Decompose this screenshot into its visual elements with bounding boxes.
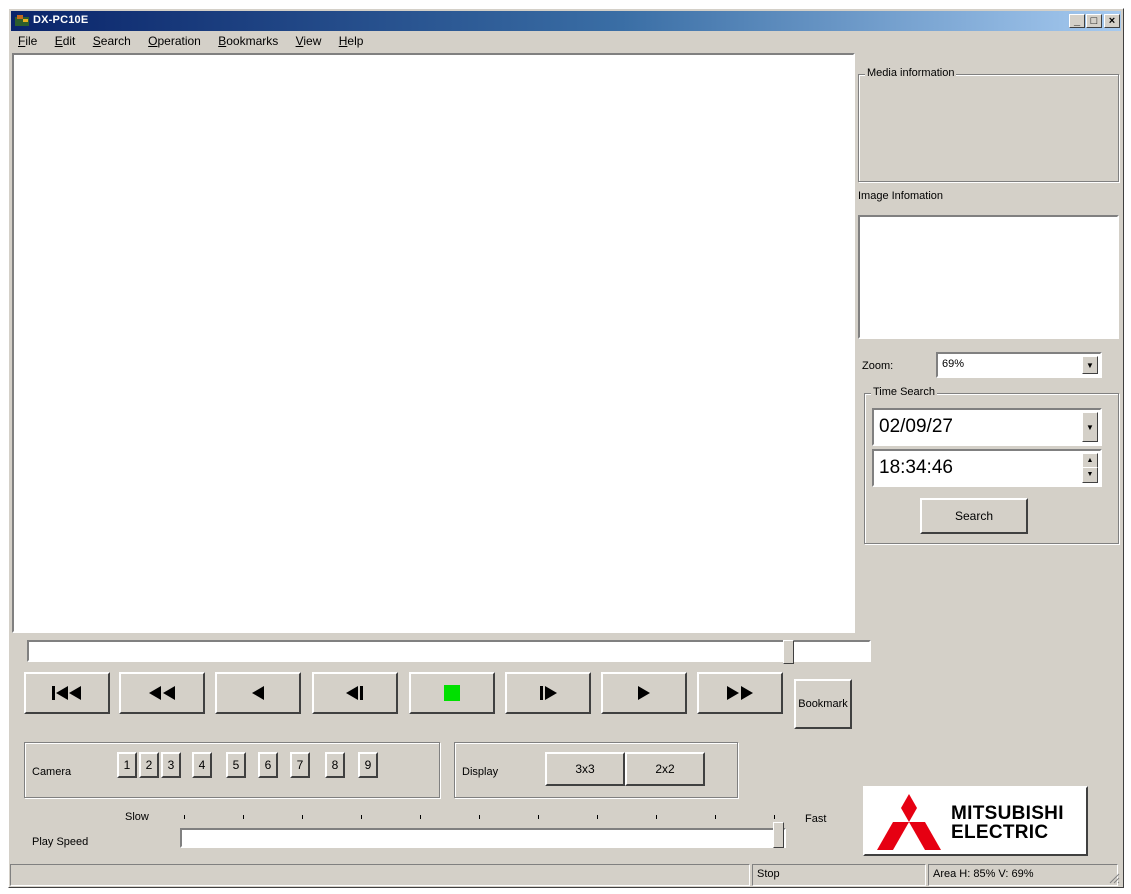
play-icon <box>638 686 650 700</box>
media-info-group: Media information <box>858 67 1119 182</box>
skip-to-start-icon <box>52 686 81 700</box>
speed-tick <box>361 815 362 819</box>
logo-line-2: ELECTRIC <box>951 822 1049 843</box>
reverse-play-icon <box>252 686 264 700</box>
speed-tick <box>656 815 657 819</box>
speed-tick <box>597 815 598 819</box>
menu-edit[interactable]: Edit <box>48 33 83 49</box>
fast-forward-icon <box>727 686 753 700</box>
image-info-label: Image Infomation <box>858 190 943 202</box>
date-dropdown-button[interactable]: ▼ <box>1082 412 1098 442</box>
zoom-label: Zoom: <box>862 360 894 372</box>
play-speed-thumb[interactable] <box>773 822 784 848</box>
up-arrow-icon: ▲ <box>1086 457 1094 464</box>
camera-8-button[interactable]: 8 <box>325 752 345 778</box>
menu-bar: File Edit Search Operation Bookmarks Vie… <box>11 33 1121 51</box>
close-icon: × <box>1108 15 1116 27</box>
menu-bookmarks[interactable]: Bookmarks <box>211 33 285 49</box>
speed-fast-label: Fast <box>805 813 827 825</box>
speed-tick <box>243 815 244 819</box>
menu-file[interactable]: File <box>11 33 44 49</box>
play-speed-slider[interactable] <box>180 822 786 848</box>
zoom-dropdown-button[interactable]: ▼ <box>1082 356 1098 374</box>
chevron-down-icon: ▼ <box>1086 422 1094 432</box>
time-spinner[interactable]: 18:34:46 ▲ ▼ <box>872 449 1102 487</box>
display-label: Display <box>462 766 499 778</box>
search-button[interactable]: Search <box>920 498 1028 534</box>
date-value: 02/09/27 <box>879 416 953 437</box>
display-2x2-button[interactable]: 2x2 <box>625 752 705 786</box>
menu-operation[interactable]: Operation <box>141 33 208 49</box>
status-area: Area H: 85% V: 69% <box>928 864 1118 886</box>
menu-help[interactable]: Help <box>332 33 371 49</box>
resize-grip-icon[interactable] <box>1108 872 1120 884</box>
zoom-value: 69% <box>942 358 965 370</box>
play-button[interactable] <box>601 672 687 714</box>
maximize-icon: □ <box>1090 15 1098 27</box>
speed-tick <box>479 815 480 819</box>
speed-tick <box>302 815 303 819</box>
position-slider[interactable] <box>27 640 871 664</box>
play-speed-label: Play Speed <box>32 836 89 848</box>
stop-icon <box>444 685 460 701</box>
skip-to-start-button[interactable] <box>24 672 110 714</box>
maximize-button[interactable]: □ <box>1086 14 1102 28</box>
camera-2-button[interactable]: 2 <box>139 752 159 778</box>
step-back-button[interactable] <box>312 672 398 714</box>
position-slider-thumb[interactable] <box>783 640 794 664</box>
camera-3-button[interactable]: 3 <box>161 752 181 778</box>
camera-7-button[interactable]: 7 <box>290 752 310 778</box>
status-state: Stop <box>752 864 926 886</box>
date-select[interactable]: 02/09/27 ▼ <box>872 408 1102 446</box>
menu-search[interactable]: Search <box>86 33 138 49</box>
camera-5-button[interactable]: 5 <box>226 752 246 778</box>
bookmark-button[interactable]: Bookmark <box>794 679 852 729</box>
fast-forward-button[interactable] <box>697 672 783 714</box>
menu-view[interactable]: View <box>289 33 329 49</box>
three-diamonds-icon <box>877 794 941 850</box>
camera-1-button[interactable]: 1 <box>117 752 137 778</box>
speed-slow-label: Slow <box>125 811 149 823</box>
speed-tick <box>715 815 716 819</box>
logo-line-1: MITSUBISHI <box>951 803 1064 824</box>
app-icon <box>15 15 29 26</box>
fast-rewind-button[interactable] <box>119 672 205 714</box>
close-button[interactable]: × <box>1104 14 1120 28</box>
logo-text: MITSUBISHI ELECTRIC <box>951 804 1064 842</box>
zoom-select[interactable]: 69% ▼ <box>936 352 1102 378</box>
title-bar: DX-PC10E _ □ × <box>11 11 1121 31</box>
media-info-label: Media information <box>865 67 957 79</box>
video-display[interactable] <box>12 53 855 633</box>
step-forward-button[interactable] <box>505 672 591 714</box>
time-down-button[interactable]: ▼ <box>1082 467 1098 483</box>
camera-9-button[interactable]: 9 <box>358 752 378 778</box>
speed-tick <box>184 815 185 819</box>
fast-rewind-icon <box>149 686 175 700</box>
minimize-button[interactable]: _ <box>1069 14 1085 28</box>
speed-tick <box>420 815 421 819</box>
mitsubishi-electric-logo: MITSUBISHI ELECTRIC <box>863 786 1088 856</box>
minimize-icon: _ <box>1073 15 1081 27</box>
time-value: 18:34:46 <box>879 457 953 478</box>
reverse-play-button[interactable] <box>215 672 301 714</box>
speed-tick <box>774 815 775 819</box>
image-info-box <box>858 215 1119 339</box>
chevron-down-icon: ▼ <box>1086 360 1094 370</box>
step-forward-icon <box>540 686 557 700</box>
speed-tick <box>538 815 539 819</box>
step-back-icon <box>346 686 363 700</box>
down-arrow-icon: ▼ <box>1086 471 1094 478</box>
camera-label: Camera <box>32 766 72 778</box>
display-3x3-button[interactable]: 3x3 <box>545 752 625 786</box>
camera-4-button[interactable]: 4 <box>192 752 212 778</box>
status-pane-main <box>10 864 750 886</box>
camera-6-button[interactable]: 6 <box>258 752 278 778</box>
window-title: DX-PC10E <box>33 14 89 26</box>
time-search-label: Time Search <box>871 386 937 398</box>
stop-button[interactable] <box>409 672 495 714</box>
